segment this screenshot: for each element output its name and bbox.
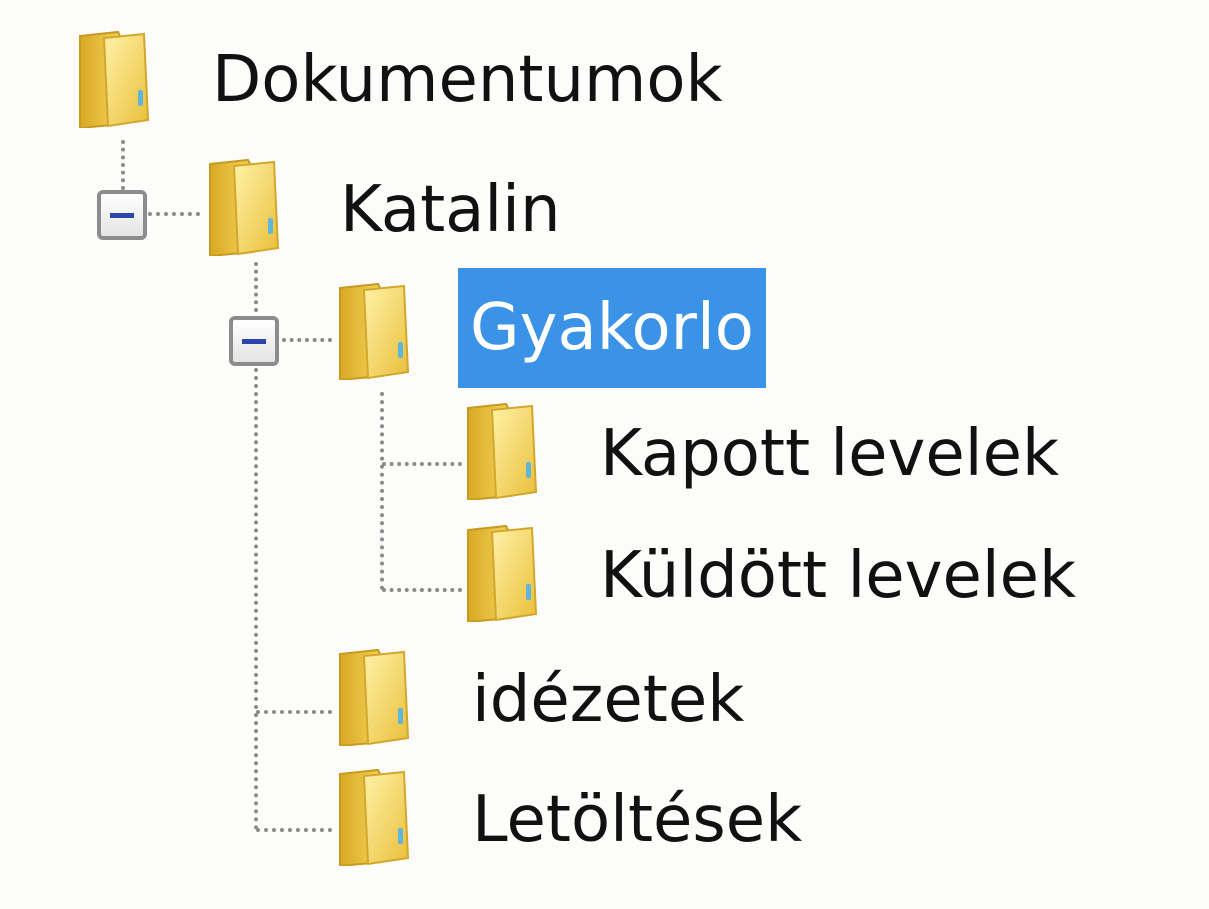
tree-connector: [254, 262, 258, 312]
tree-connector: [121, 140, 125, 190]
tree-item-label: Gyakorlo: [458, 268, 766, 388]
collapse-icon[interactable]: [97, 190, 147, 240]
tree-item-idezetek[interactable]: idézetek: [334, 646, 834, 746]
folder-icon: [462, 522, 542, 622]
tree-item-kapott-levelek[interactable]: Kapott levelek: [462, 400, 1142, 500]
tree-item-kuldott-levelek[interactable]: Küldött levelek: [462, 522, 1162, 622]
tree-connector: [148, 212, 200, 216]
collapse-icon[interactable]: [229, 316, 279, 366]
tree-item-label: Kapott levelek: [600, 417, 1059, 491]
folder-icon: [334, 280, 414, 380]
folder-icon: [334, 646, 414, 746]
folder-tree: Dokumentumok Katalin Gyakorlo Kapott lev…: [0, 0, 1209, 909]
tree-item-dokumentumok[interactable]: Dokumentumok: [74, 28, 834, 128]
folder-icon: [204, 156, 284, 256]
tree-item-label: Dokumentumok: [212, 43, 723, 117]
tree-item-letoltesek[interactable]: Letöltések: [334, 766, 894, 866]
tree-connector: [256, 828, 332, 832]
folder-icon: [74, 28, 154, 128]
tree-connector: [282, 338, 332, 342]
folder-icon: [462, 400, 542, 500]
tree-item-label: Katalin: [340, 173, 561, 247]
tree-connector: [256, 710, 332, 714]
tree-connector: [380, 392, 384, 590]
tree-item-label: Küldött levelek: [600, 539, 1077, 613]
tree-connector: [382, 588, 462, 592]
tree-connector: [254, 368, 258, 830]
tree-item-katalin[interactable]: Katalin: [204, 156, 604, 256]
folder-icon: [334, 766, 414, 866]
tree-connector: [382, 462, 462, 466]
tree-item-gyakorlo[interactable]: Gyakorlo: [334, 268, 814, 388]
tree-item-label: Letöltések: [472, 783, 803, 857]
tree-item-label: idézetek: [472, 663, 745, 737]
